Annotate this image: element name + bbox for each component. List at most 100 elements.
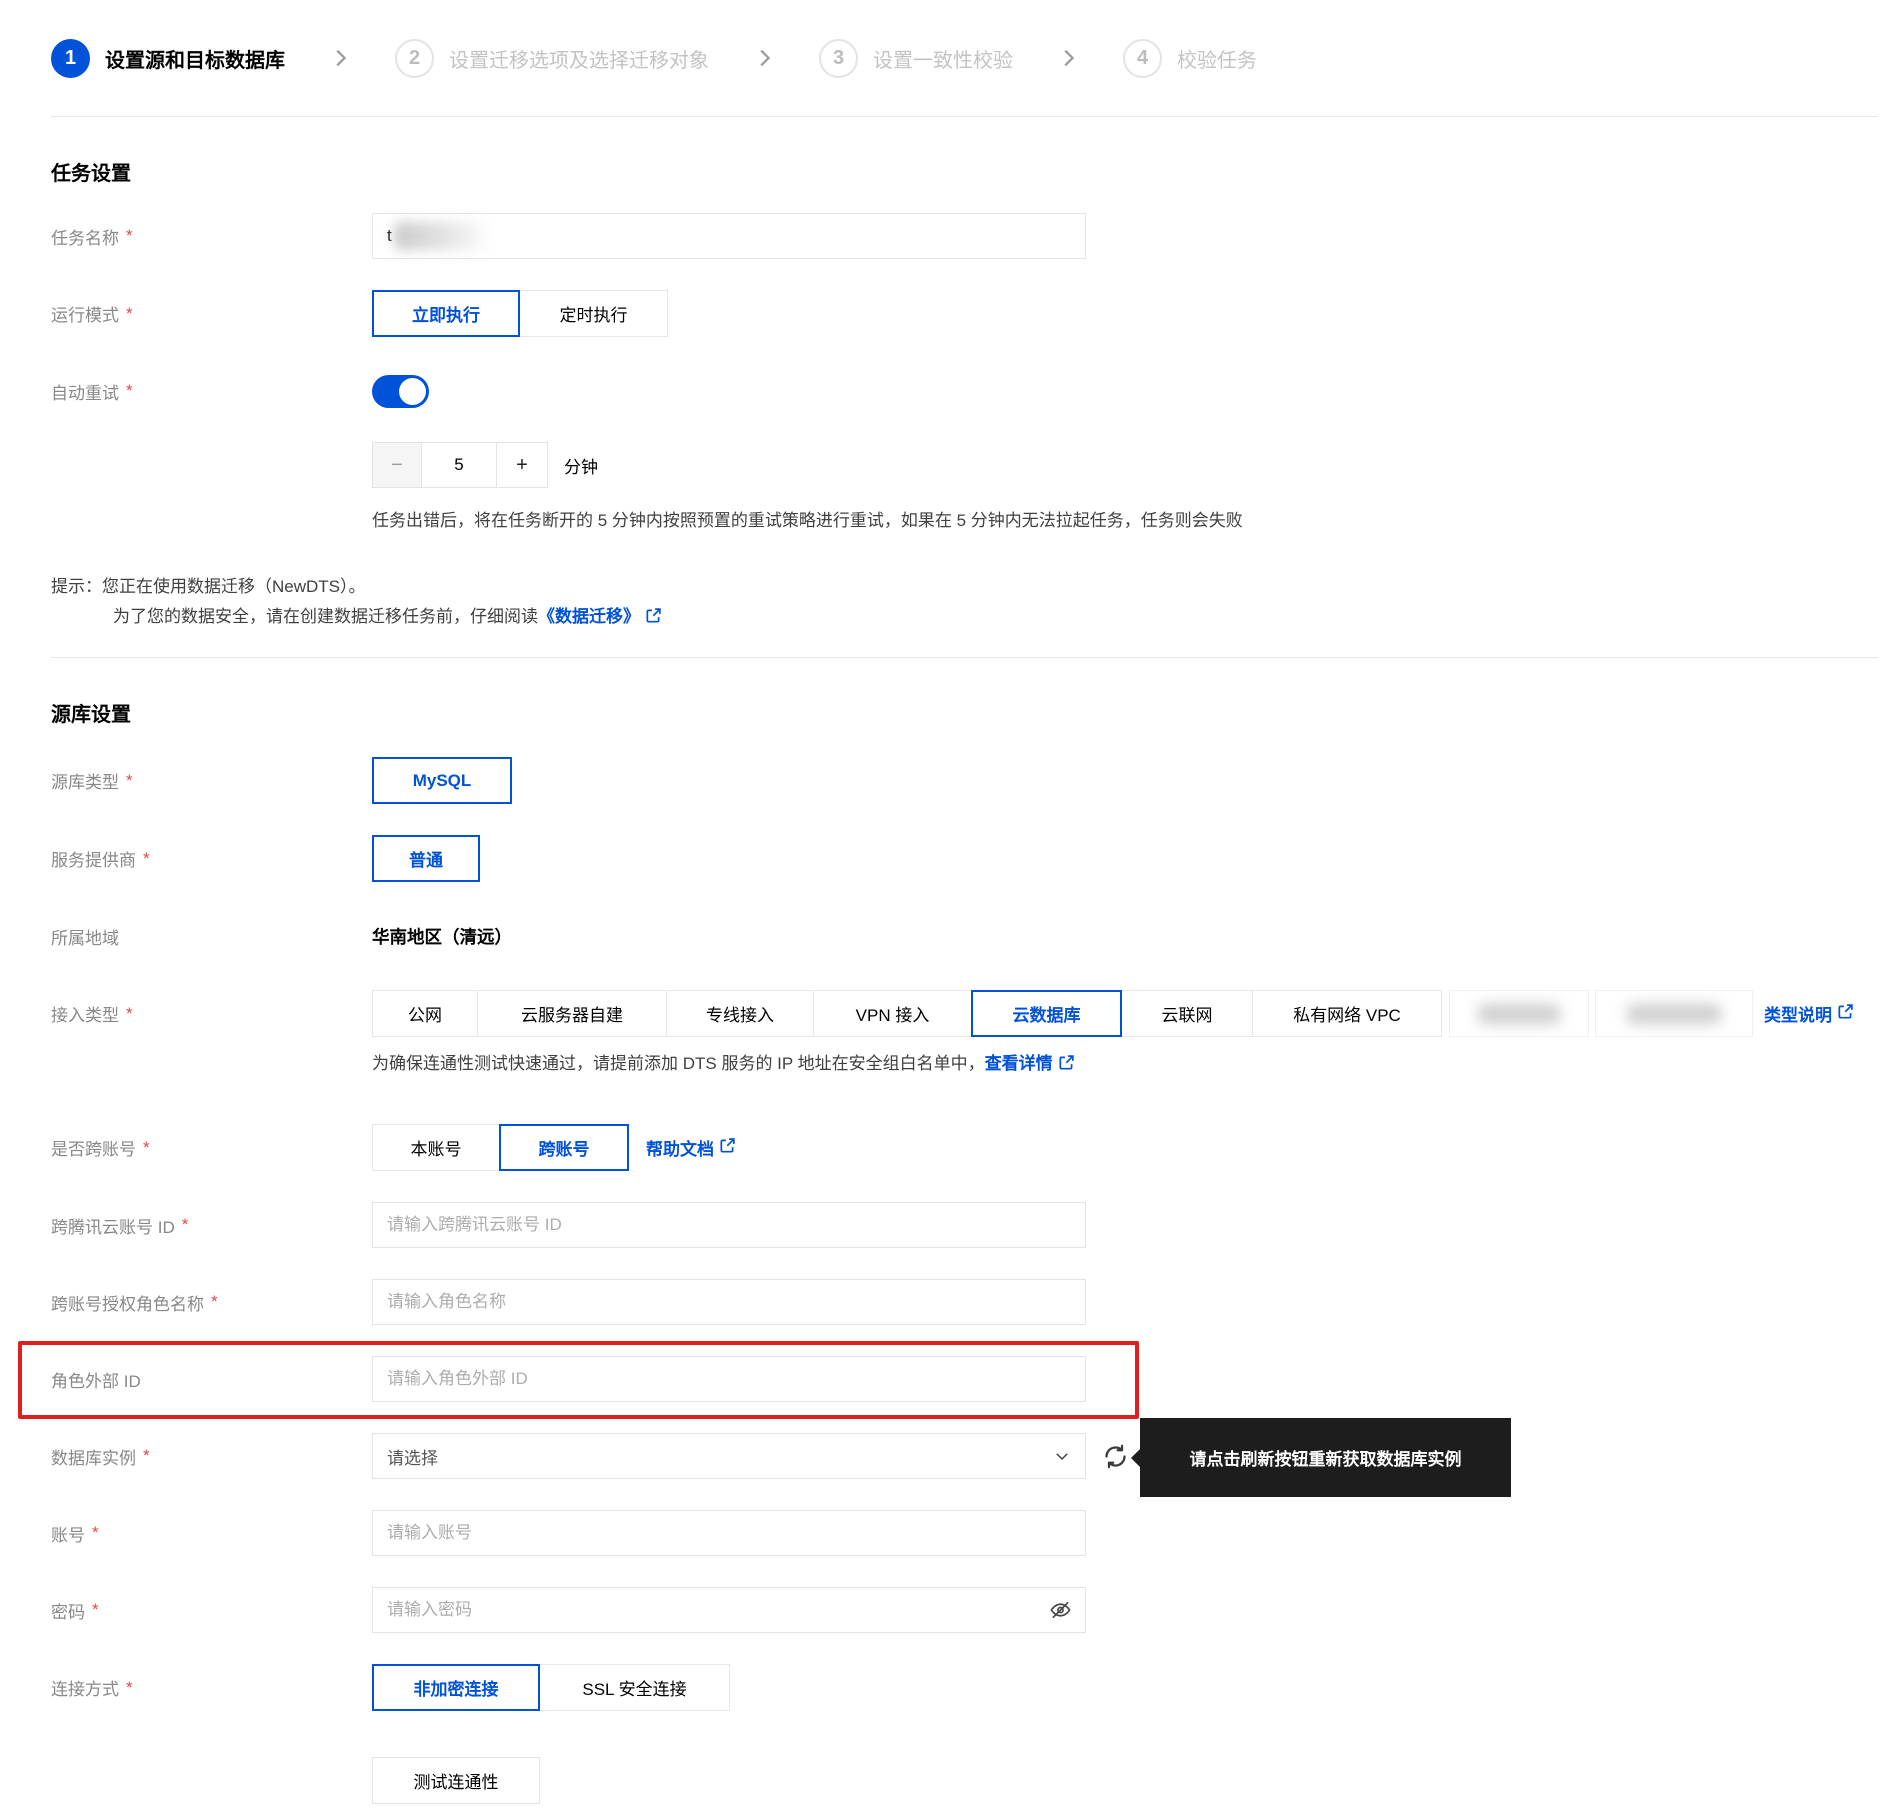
account-id-input[interactable]	[372, 1202, 1086, 1248]
external-link-icon[interactable]	[1058, 1054, 1075, 1078]
retry-description: 任务出错后，将在任务断开的 5 分钟内按照预置的重试策略进行重试，如果在 5 分…	[372, 511, 1243, 530]
chevron-right-icon	[753, 47, 775, 69]
divider	[51, 116, 1878, 117]
account-input[interactable]	[372, 1510, 1086, 1556]
external-link-icon[interactable]	[645, 604, 662, 634]
run-mode-label: 运行模式 *	[51, 303, 133, 326]
step-2-migration-options: 2 设置迁移选项及选择迁移对象	[395, 38, 709, 78]
db-type-label: 源库类型 *	[51, 770, 133, 793]
connect-mode-ssl-button[interactable]: SSL 安全连接	[539, 1664, 730, 1711]
external-id-input[interactable]	[372, 1356, 1086, 1402]
access-type-redacted-2[interactable]	[1595, 990, 1753, 1037]
access-type-vpc[interactable]: 私有网络 VPC	[1252, 990, 1442, 1037]
role-name-label: 跨账号授权角色名称 *	[51, 1292, 218, 1314]
external-id-label: 角色外部 ID	[51, 1371, 141, 1391]
tooltip-arrow-icon	[1131, 1447, 1141, 1468]
redacted-blur	[1627, 1003, 1721, 1024]
refresh-tooltip-text: 请点击刷新按钮重新获取数据库实例	[1189, 1450, 1462, 1469]
divider	[51, 657, 1878, 658]
refresh-instances-button[interactable]	[1100, 1441, 1130, 1471]
required-mark: *	[181, 1215, 189, 1234]
help-doc-link[interactable]: 帮助文档	[646, 1135, 714, 1160]
step-4-number: 4	[1123, 38, 1162, 78]
run-mode-scheduled-button[interactable]: 定时执行	[519, 290, 668, 337]
step-4-label: 校验任务	[1177, 49, 1257, 72]
password-input[interactable]	[372, 1587, 1086, 1633]
dts-migration-setup-page: 1 设置源和目标数据库 2 设置迁移选项及选择迁移对象 3 设置一致性校验 4 …	[0, 0, 1898, 1810]
provider-normal-button[interactable]: 普通	[372, 835, 480, 882]
newdts-tip: 提示：您正在使用数据迁移（NewDTS）。 为了您的数据安全，请在创建数据迁移任…	[51, 572, 1898, 634]
step-2-number: 2	[395, 38, 434, 78]
source-settings-section: 源库设置 源库类型 * MySQL 服务提供商 * 普通 所属地域 华南地区（清…	[0, 698, 1898, 1804]
role-name-input[interactable]	[372, 1279, 1086, 1325]
connect-mode-row: 连接方式 * 非加密连接 SSL 安全连接	[51, 1664, 1898, 1711]
step-1-number: 1	[51, 38, 90, 78]
chevron-down-icon	[1053, 1447, 1071, 1465]
auto-retry-toggle[interactable]	[372, 374, 429, 408]
required-mark: *	[211, 1292, 218, 1311]
access-type-group: 公网 云服务器自建 专线接入 VPN 接入 云数据库 云联网 私有网络 VPC	[372, 990, 1442, 1037]
test-connectivity-row: 测试连通性	[51, 1757, 1898, 1804]
stepper-plus-button[interactable]: +	[496, 442, 548, 488]
access-type-ccn[interactable]: 云联网	[1121, 990, 1253, 1037]
task-name-input[interactable]: t	[372, 213, 1086, 259]
data-migration-doc-link[interactable]: 《数据迁移》	[538, 607, 640, 626]
auto-retry-row: 自动重试 *	[51, 368, 1898, 414]
required-mark: *	[143, 848, 150, 868]
whitelist-note: 为确保连通性测试快速通过，请提前添加 DTS 服务的 IP 地址在安全组白名单中…	[372, 1052, 1898, 1078]
step-1-label: 设置源和目标数据库	[105, 49, 285, 72]
auto-retry-label: 自动重试 *	[51, 381, 133, 403]
task-settings-section: 任务设置 任务名称 * t 运行模式 * 立即执行 定时执行 自动重试 * − …	[0, 157, 1898, 634]
instance-select-placeholder: 请选择	[387, 1448, 438, 1468]
task-name-value: t	[387, 226, 392, 245]
redacted-blur	[1477, 1003, 1561, 1024]
instance-select[interactable]: 请选择	[372, 1433, 1086, 1479]
chevron-right-icon	[1057, 47, 1079, 69]
connect-mode-group: 非加密连接 SSL 安全连接	[372, 1664, 730, 1711]
db-type-row: 源库类型 * MySQL	[51, 757, 1898, 804]
connect-mode-unencrypted-button[interactable]: 非加密连接	[372, 1664, 540, 1711]
eye-off-icon[interactable]	[1049, 1599, 1072, 1622]
retry-minutes-stepper: − 5 +	[372, 442, 548, 488]
access-type-self-built-cvm[interactable]: 云服务器自建	[477, 990, 667, 1037]
run-mode-row: 运行模式 * 立即执行 定时执行	[51, 290, 1898, 337]
view-details-link[interactable]: 查看详情	[985, 1054, 1053, 1073]
password-label: 密码 *	[51, 1600, 99, 1622]
region-value: 华南地区（清远）	[372, 926, 512, 947]
retry-description-row: 任务出错后，将在任务断开的 5 分钟内按照预置的重试策略进行重试，如果在 5 分…	[51, 510, 1898, 532]
access-type-vpn[interactable]: VPN 接入	[813, 990, 972, 1037]
external-link-icon[interactable]	[719, 1137, 736, 1159]
access-type-public-network[interactable]: 公网	[372, 990, 478, 1037]
required-mark: *	[126, 226, 133, 245]
required-mark: *	[143, 1446, 150, 1465]
run-mode-immediate-button[interactable]: 立即执行	[372, 290, 520, 337]
region-row: 所属地域 华南地区（清远）	[51, 913, 1898, 959]
account-id-label: 跨腾讯云账号 ID *	[51, 1215, 189, 1237]
external-link-icon[interactable]	[1837, 1003, 1854, 1025]
retry-minutes-row: − 5 + 分钟	[51, 442, 1898, 488]
access-type-cloud-database[interactable]: 云数据库	[971, 990, 1122, 1037]
stepper-value[interactable]: 5	[422, 442, 496, 488]
connect-mode-label: 连接方式 *	[51, 1677, 133, 1700]
access-type-redacted-1[interactable]	[1449, 990, 1589, 1037]
cross-account-label: 是否跨账号 *	[51, 1137, 150, 1160]
stepper-minus-button[interactable]: −	[372, 442, 422, 488]
required-mark: *	[92, 1600, 99, 1619]
type-help-link[interactable]: 类型说明	[1764, 1001, 1832, 1026]
access-type-direct-connect[interactable]: 专线接入	[666, 990, 814, 1037]
step-2-label: 设置迁移选项及选择迁移对象	[449, 49, 709, 72]
provider-label: 服务提供商 *	[51, 848, 150, 871]
cross-account-cross-button[interactable]: 跨账号	[499, 1124, 629, 1171]
type-help: 类型说明	[1764, 1001, 1854, 1026]
account-label: 账号 *	[51, 1523, 99, 1545]
step-4-verify-task: 4 校验任务	[1123, 38, 1257, 78]
db-type-mysql-button[interactable]: MySQL	[372, 757, 512, 804]
password-row: 密码 *	[51, 1587, 1898, 1633]
external-id-row: 角色外部 ID	[18, 1341, 1898, 1419]
cross-account-self-button[interactable]: 本账号	[372, 1124, 500, 1171]
provider-row: 服务提供商 * 普通	[51, 835, 1898, 882]
cross-account-row: 是否跨账号 * 本账号 跨账号 帮助文档	[51, 1124, 1898, 1171]
test-connectivity-button[interactable]: 测试连通性	[372, 1757, 540, 1804]
redacted-task-name	[393, 222, 490, 250]
cross-account-group: 本账号 跨账号	[372, 1124, 629, 1171]
